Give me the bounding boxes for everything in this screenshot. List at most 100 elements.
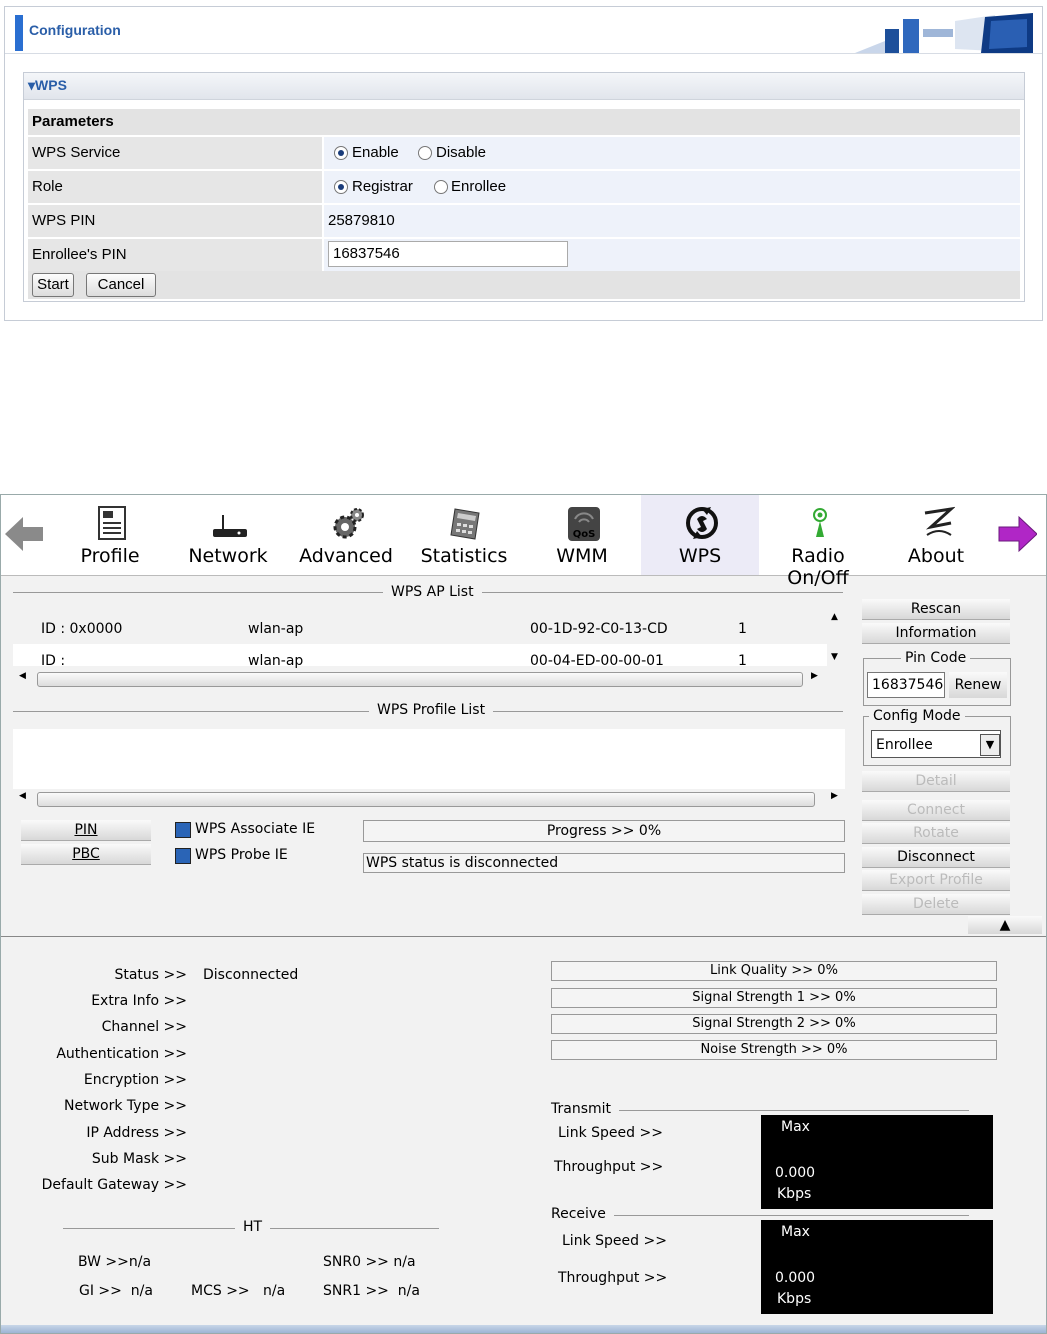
toolbar-wps[interactable]: WPS <box>641 495 759 575</box>
configuration-header: Configuration <box>5 7 1042 54</box>
scroll-down-icon[interactable]: ▼ <box>831 652 838 662</box>
chevron-down-icon[interactable]: ▼ <box>980 734 1000 756</box>
back-arrow-icon[interactable] <box>5 515 45 553</box>
snr0-value: SNR0 >> n/a <box>323 1254 416 1270</box>
toolbar-advanced[interactable]: Advanced <box>287 495 405 575</box>
pin-button[interactable]: PIN <box>21 820 151 841</box>
svg-text:QoS: QoS <box>573 529 596 540</box>
button-bar: Start Cancel <box>28 271 1020 299</box>
scroll-right-icon[interactable]: ▶ <box>811 671 818 681</box>
transmit-throughput-label: Throughput >> <box>554 1159 664 1175</box>
pbc-button[interactable]: PBC <box>21 844 151 865</box>
renew-button[interactable]: Renew <box>949 672 1007 698</box>
configuration-panel: Configuration ▾WPS Parameters WPS Servic… <box>4 6 1043 321</box>
config-mode-select[interactable]: Enrollee ▼ <box>871 730 1001 758</box>
ap-list-vscroll[interactable]: ▲ ▼ <box>827 610 845 666</box>
receive-graph: Max 0.000 Kbps <box>761 1220 993 1314</box>
scroll-up-icon[interactable]: ▲ <box>831 612 838 622</box>
header-accent-bar <box>15 15 23 51</box>
enrollee-pin-input[interactable]: 16837546 <box>328 241 568 267</box>
signal-strength-2-meter: Signal Strength 2 >> 0% <box>551 1014 997 1034</box>
status-label: Status >> <box>114 967 187 983</box>
ap-list-row[interactable]: ID : wlan-ap 00-04-ED-00-00-01 1 <box>13 646 827 669</box>
router-icon <box>213 515 247 537</box>
transmit-link-speed-label: Link Speed >> <box>558 1125 663 1141</box>
wps-pin-row: WPS PIN 25879810 <box>28 205 1020 239</box>
enable-radio[interactable] <box>334 146 348 160</box>
wps-section: ▾WPS Parameters WPS Service Enable Disab… <box>23 72 1025 302</box>
connect-button[interactable]: Connect <box>862 800 1010 821</box>
profile-list-hscroll[interactable]: ◀ ▶ <box>15 791 845 807</box>
calculator-icon <box>450 508 480 540</box>
transmit-graph: Max 0.000 Kbps <box>761 1115 993 1209</box>
ap-list-hscroll[interactable]: ◀ ▶ <box>15 671 827 687</box>
scroll-left-icon[interactable]: ◀ <box>19 671 26 681</box>
probe-ie-checkbox[interactable] <box>175 848 191 864</box>
gi-value: GI >> n/a <box>79 1283 153 1299</box>
ap-list[interactable]: ID : 0x0000 wlan-ap 00-1D-92-C0-13-CD 1 … <box>13 610 827 669</box>
mcs-value: MCS >> n/a <box>191 1283 286 1299</box>
rescan-button[interactable]: Rescan <box>862 599 1010 620</box>
export-profile-button[interactable]: Export Profile <box>862 870 1010 891</box>
snr1-value: SNR1 >> n/a <box>323 1283 420 1299</box>
noise-strength-meter: Noise Strength >> 0% <box>551 1040 997 1060</box>
profile-icon <box>98 506 126 540</box>
parameters-header: Parameters <box>28 109 1020 135</box>
registrar-radio[interactable] <box>334 180 348 194</box>
cancel-button[interactable]: Cancel <box>86 273 156 297</box>
progress-bar: Progress >> 0% <box>363 820 845 842</box>
sub-mask-label: Sub Mask >> <box>91 1151 187 1167</box>
enrollee-pin-row: Enrollee's PIN 16837546 <box>28 239 1020 273</box>
rotate-button[interactable]: Rotate <box>862 823 1010 844</box>
toolbar-profile[interactable]: Profile <box>51 495 169 575</box>
forward-arrow-icon[interactable] <box>997 515 1037 553</box>
wps-section-title: ▾WPS <box>28 77 67 93</box>
toolbar-wmm[interactable]: QoS WMM <box>523 495 641 575</box>
wps-icon <box>686 507 718 539</box>
page-title: Configuration <box>29 22 121 38</box>
pin-code-field[interactable]: 16837546 <box>867 672 945 698</box>
qos-icon: QoS <box>568 507 600 541</box>
signal-strength-1-meter: Signal Strength 1 >> 0% <box>551 988 997 1008</box>
information-button[interactable]: Information <box>862 623 1010 644</box>
computers-banner-icon <box>855 13 1033 53</box>
scroll-thumb[interactable] <box>37 672 803 687</box>
scroll-thumb[interactable] <box>37 792 815 807</box>
link-quality-meter: Link Quality >> 0% <box>551 961 997 981</box>
radio-antenna-icon <box>813 508 827 537</box>
detail-button[interactable]: Detail <box>862 771 1010 792</box>
status-field: WPS status is disconnected <box>363 853 845 873</box>
toolbar-network[interactable]: Network <box>169 495 287 575</box>
toolbar-about[interactable]: About <box>877 495 995 575</box>
network-type-label: Network Type >> <box>64 1098 187 1114</box>
toolbar: Profile Network Advanced Statistics QoS … <box>1 495 1046 589</box>
transmit-title: Transmit <box>543 1101 620 1117</box>
disable-radio[interactable] <box>418 146 432 160</box>
enrollee-radio[interactable] <box>434 180 448 194</box>
ht-title: HT <box>235 1219 271 1235</box>
wps-section-header[interactable]: ▾WPS <box>24 73 1024 100</box>
receive-link-speed-label: Link Speed >> <box>562 1233 667 1249</box>
collapse-up-icon[interactable]: ▲ <box>968 916 1042 934</box>
scroll-right-icon[interactable]: ▶ <box>831 791 838 801</box>
encryption-label: Encryption >> <box>83 1072 187 1088</box>
wps-service-row: WPS Service Enable Disable <box>28 137 1020 171</box>
disconnect-button[interactable]: Disconnect <box>862 847 1010 868</box>
start-button[interactable]: Start <box>32 273 74 297</box>
gear-icon <box>333 508 364 539</box>
authentication-label: Authentication >> <box>56 1046 187 1062</box>
wps-profile-list-title: WPS Profile List <box>369 702 494 718</box>
profile-list[interactable] <box>13 729 845 789</box>
delete-button[interactable]: Delete <box>862 894 1010 915</box>
toolbar-statistics[interactable]: Statistics <box>405 495 523 575</box>
wireless-utility-window: Profile Network Advanced Statistics QoS … <box>0 494 1047 1334</box>
assoc-ie-checkbox[interactable] <box>175 822 191 838</box>
window-bottom-edge <box>1 1325 1046 1333</box>
role-row: Role Registrar Enrollee <box>28 171 1020 205</box>
ap-list-row-selected[interactable]: ID : 0x0000 wlan-ap 00-1D-92-C0-13-CD 1 <box>13 610 827 644</box>
receive-title: Receive <box>543 1206 614 1222</box>
about-logo-icon <box>924 506 955 536</box>
ip-address-label: IP Address >> <box>86 1125 187 1141</box>
scroll-left-icon[interactable]: ◀ <box>19 791 26 801</box>
toolbar-radio[interactable]: Radio On/Off <box>759 495 877 589</box>
